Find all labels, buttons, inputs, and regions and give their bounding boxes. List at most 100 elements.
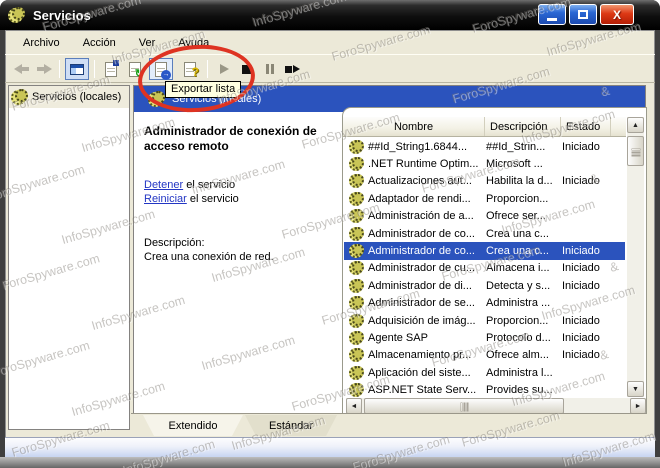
cell-desc: Administra ... xyxy=(486,297,551,310)
back-button[interactable] xyxy=(11,58,33,80)
services-list-panel: Nombre Descripción Estado ##Id_String1.6… xyxy=(342,107,647,414)
maximize-icon xyxy=(578,10,588,19)
console-tree-icon xyxy=(70,63,84,75)
cell-state: Iniciado xyxy=(562,140,600,153)
cell-name: Administrador de di... xyxy=(368,279,472,292)
table-row[interactable]: Agente SAP Protocolo d... Iniciado xyxy=(344,329,625,346)
cell-name: Administrador de se... xyxy=(368,297,475,310)
service-gear-icon xyxy=(349,261,364,276)
menu-ver[interactable]: Ver xyxy=(135,35,160,51)
restart-service-link[interactable]: Reiniciar xyxy=(144,193,187,205)
tab-extendido[interactable]: Extendido xyxy=(143,415,243,436)
window-frame-bottom xyxy=(0,457,660,468)
stop-service-link[interactable]: Detener xyxy=(144,179,183,191)
cell-desc: Crea una c... xyxy=(486,227,549,240)
tree-item-label: Servicios (locales) xyxy=(32,91,122,103)
vertical-scrollbar[interactable] xyxy=(627,117,644,397)
description-label: Descripción: xyxy=(144,237,205,249)
show-hide-tree-button[interactable] xyxy=(65,58,89,80)
table-row[interactable]: .NET Runtime Optim... Microsoft ... xyxy=(344,155,625,172)
cell-desc: Detecta y s... xyxy=(486,279,551,292)
service-gear-icon xyxy=(349,157,364,172)
maximize-button[interactable] xyxy=(569,4,597,25)
horizontal-scroll-thumb[interactable] xyxy=(364,398,564,414)
properties-icon xyxy=(105,59,119,77)
cell-state: Iniciado xyxy=(562,314,600,327)
cell-desc: Ofrece alm... xyxy=(486,349,549,362)
menu-archivo[interactable]: Archivo xyxy=(19,35,64,51)
service-title: Administrador de conexión de acceso remo… xyxy=(144,124,317,153)
cell-desc: Crea una c... xyxy=(486,245,549,258)
table-row[interactable]: ##Id_String1.6844... ##Id_Strin... Iniciad… xyxy=(344,138,625,155)
status-bar xyxy=(5,437,655,457)
table-row[interactable]: Adaptador de rendi... Proporcion... xyxy=(344,190,625,207)
service-gear-icon xyxy=(349,139,364,154)
restart-service-button[interactable] xyxy=(281,58,303,80)
cell-name: ##Id_String1.6844... xyxy=(368,140,468,153)
cell-name: Administrador de co... xyxy=(368,245,475,258)
service-gear-icon xyxy=(349,174,364,189)
scroll-down-button[interactable] xyxy=(627,381,644,397)
table-row[interactable]: Administrador de di... Detecta y s... Inic… xyxy=(344,277,625,294)
horizontal-scrollbar[interactable] xyxy=(346,398,646,414)
restart-icon xyxy=(284,65,300,73)
menu-accion[interactable]: Acción xyxy=(79,35,120,51)
description-text: Crea una conexión de red. xyxy=(144,251,274,263)
service-gear-icon xyxy=(349,348,364,363)
pause-service-button[interactable] xyxy=(259,58,281,80)
close-button[interactable]: X xyxy=(600,4,634,25)
cell-desc: Protocolo d... xyxy=(486,331,551,344)
cell-name: Aplicación del siste... xyxy=(368,366,471,379)
table-row[interactable]: Adquisición de imág... Proporcion... Inici… xyxy=(344,312,625,329)
cell-name: .NET Runtime Optim... xyxy=(368,158,479,171)
table-row[interactable]: Aplicación del siste... Administra l... xyxy=(344,364,625,381)
cell-desc: Provides su... xyxy=(486,384,553,397)
view-tabstrip: Extendido Estándar xyxy=(131,413,646,437)
forward-button[interactable] xyxy=(33,58,55,80)
back-icon xyxy=(14,64,30,74)
cell-desc: Ofrece ser... xyxy=(486,210,546,223)
table-row[interactable]: ASP.NET State Serv... Provides su... xyxy=(344,381,625,398)
service-gear-icon xyxy=(349,244,364,259)
vertical-scroll-thumb[interactable] xyxy=(627,136,644,166)
table-row[interactable]: Administración de a... Ofrece ser... xyxy=(344,208,625,225)
cell-desc: Administra l... xyxy=(486,366,553,379)
close-icon: X xyxy=(612,7,621,22)
cell-state: Iniciado xyxy=(562,175,600,188)
table-row[interactable]: Administrador de se... Administra ... xyxy=(344,295,625,312)
scroll-left-button[interactable] xyxy=(346,398,362,414)
restart-service-suffix: el servicio xyxy=(186,193,239,205)
column-header-nombre[interactable]: Nombre xyxy=(343,117,485,136)
tab-estandar[interactable]: Estándar xyxy=(245,415,337,436)
service-gear-icon xyxy=(349,383,364,398)
toolbar-separator xyxy=(94,60,95,78)
cell-state: Iniciado xyxy=(562,262,600,275)
table-row[interactable]: Administrador de co... Crea una c... Inici… xyxy=(344,242,625,260)
list-header: Nombre Descripción Estado xyxy=(343,117,626,137)
column-header-descripcion[interactable]: Descripción xyxy=(485,117,561,136)
services-gear-icon xyxy=(11,89,28,105)
service-gear-icon xyxy=(349,313,364,328)
cell-name: Almacenamiento pr... xyxy=(368,349,472,362)
cell-desc: Almacena i... xyxy=(486,262,550,275)
cell-desc: Proporcion... xyxy=(486,314,549,327)
cell-name: Administración de a... xyxy=(368,210,474,223)
cell-state: Iniciado xyxy=(562,279,600,292)
cell-name: Agente SAP xyxy=(368,331,428,344)
properties-button[interactable] xyxy=(100,58,122,80)
sidebar-item-servicios-locales[interactable]: Servicios (locales) xyxy=(9,86,129,108)
window-title: Servicios xyxy=(33,7,91,23)
table-row[interactable]: Administrador de co... Crea una c... xyxy=(344,225,625,242)
scroll-right-button[interactable] xyxy=(630,398,646,414)
scroll-up-button[interactable] xyxy=(627,117,644,133)
column-header-estado[interactable]: Estado xyxy=(561,117,611,136)
table-row[interactable]: Administrador de cu... Almacena i... Inici… xyxy=(344,260,625,277)
table-row[interactable]: Actualizaciones aut... Habilita la d... In… xyxy=(344,173,625,190)
minimize-button[interactable] xyxy=(538,4,566,25)
cell-name: Adaptador de rendi... xyxy=(368,192,471,205)
table-row[interactable]: Almacenamiento pr... Ofrece alm... Iniciad… xyxy=(344,347,625,364)
services-rows: ##Id_String1.6844... ##Id_Strin... Iniciad… xyxy=(344,138,625,399)
cell-name: Actualizaciones aut... xyxy=(368,175,472,188)
service-gear-icon xyxy=(349,191,364,206)
cell-desc: ##Id_Strin... xyxy=(486,140,546,153)
